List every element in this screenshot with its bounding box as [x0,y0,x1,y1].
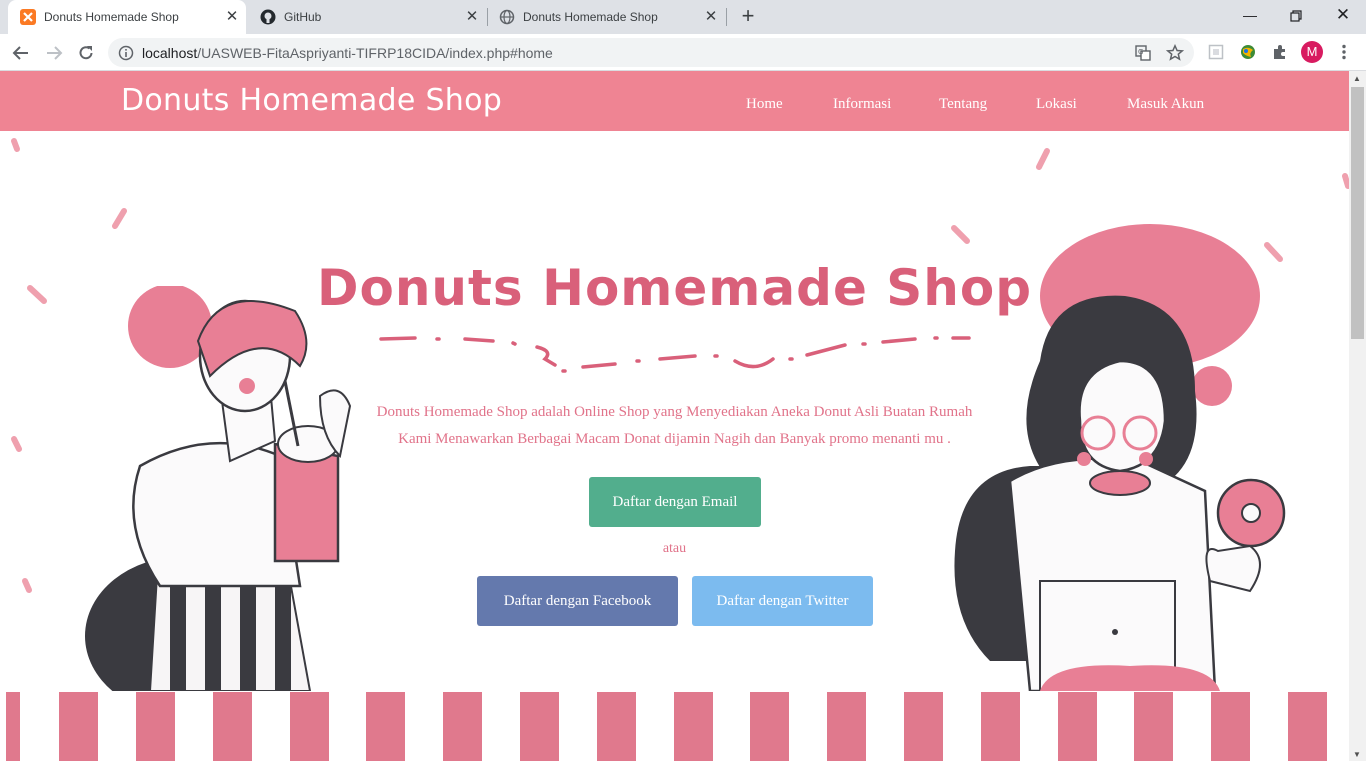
profile-avatar[interactable]: M [1301,41,1323,63]
restore-icon[interactable] [1284,4,1308,28]
browser-tab-strip: Donuts Homemade Shop ✕ GitHub ✕ Donuts H… [0,0,1366,34]
url-path: /UASWEB-FitaAspriyanti-TIFRP18CIDA/index… [197,44,553,61]
tab-title: GitHub [284,10,322,24]
svg-text:G: G [1138,48,1143,56]
scroll-up-arrow-icon[interactable]: ▲ [1353,74,1361,83]
github-icon [260,9,276,25]
reload-icon[interactable] [73,40,99,66]
close-tab-icon[interactable]: ✕ [703,9,719,25]
tab-separator [726,8,727,26]
tab-title: Donuts Homemade Shop [523,10,658,24]
tab-github[interactable]: GitHub ✕ [248,0,486,34]
minimize-icon[interactable]: — [1238,4,1262,28]
page-viewport: Donuts Homemade Shop Home Informasi Tent… [0,71,1349,761]
hero-title: Donuts Homemade Shop [316,259,1033,317]
scroll-down-arrow-icon[interactable]: ▼ [1353,750,1361,759]
site-brand[interactable]: Donuts Homemade Shop [121,83,502,118]
extension-globe-icon[interactable] [1239,43,1257,61]
new-tab-button[interactable]: + [736,5,760,29]
title-underline-decoration [379,336,971,373]
nav-tentang[interactable]: Tentang [939,96,987,113]
xampp-icon [20,9,36,25]
translate-icon[interactable]: G [1134,44,1152,62]
url-host: localhost [142,44,198,61]
site-info-icon[interactable] [118,45,134,61]
register-twitter-button[interactable]: Daftar dengan Twitter [692,576,873,626]
nav-home[interactable]: Home [746,96,783,113]
hero-description-line1: Donuts Homemade Shop adalah Online Shop … [376,404,973,420]
site-navbar: Donuts Homemade Shop Home Informasi Tent… [0,71,1349,131]
nav-masuk-akun[interactable]: Masuk Akun [1127,96,1204,113]
nav-informasi[interactable]: Informasi [833,96,891,113]
back-icon[interactable] [8,40,34,66]
scrollbar-thumb[interactable] [1351,87,1364,339]
extension-page-icon[interactable] [1207,43,1225,61]
browser-toolbar: localhost/UASWEB-FitaAspriyanti-TIFRP18C… [0,34,1366,71]
close-tab-icon[interactable]: ✕ [464,9,480,25]
globe-icon [499,9,515,25]
close-window-icon[interactable]: ✕ [1331,4,1355,28]
register-facebook-button[interactable]: Daftar dengan Facebook [477,576,678,626]
hero-description-line2: Kami Menawarkan Berbagai Macam Donat dij… [398,431,951,447]
url-text: localhost/UASWEB-FitaAspriyanti-TIFRP18C… [142,45,553,61]
forward-icon[interactable] [41,40,67,66]
girl-with-drink-illustration [85,286,352,691]
tab-donuts-homemade-shop[interactable]: Donuts Homemade Shop ✕ [8,0,246,34]
close-tab-icon[interactable]: ✕ [224,9,240,25]
nav-lokasi[interactable]: Lokasi [1036,96,1077,113]
bookmark-star-icon[interactable] [1166,44,1184,62]
extensions-puzzle-icon[interactable] [1271,43,1289,61]
striped-awning-decoration [0,692,1349,761]
register-email-button[interactable]: Daftar dengan Email [589,477,761,527]
or-separator-text: atau [662,541,687,556]
tab-donuts-homemade-shop-2[interactable]: Donuts Homemade Shop ✕ [487,0,725,34]
menu-kebab-icon[interactable] [1335,43,1353,61]
address-bar[interactable]: localhost/UASWEB-FitaAspriyanti-TIFRP18C… [108,38,1194,67]
tab-title: Donuts Homemade Shop [44,10,179,24]
page-scrollbar[interactable]: ▲ ▼ [1349,71,1366,761]
